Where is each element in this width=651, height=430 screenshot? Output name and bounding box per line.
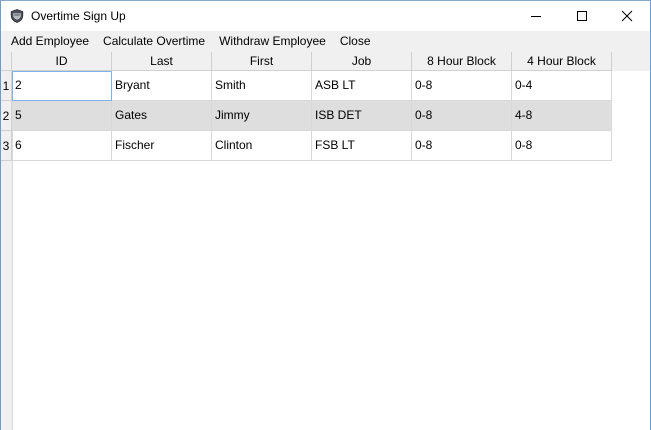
cell-8-hour-block[interactable]: 0-8 [412,131,512,161]
maximize-button[interactable] [559,1,605,31]
cell-4-hour-block[interactable]: 4-8 [512,101,612,131]
column-header-4-hour-block[interactable]: 4 Hour Block [512,52,612,71]
cell-id[interactable]: 6 [12,131,112,161]
cell-first[interactable]: Jimmy [212,101,312,131]
cell-4-hour-block[interactable]: 0-4 [512,71,612,101]
cell-4-hour-block[interactable]: 0-8 [512,131,612,161]
minimize-button[interactable] [513,1,559,31]
minimize-icon [531,16,541,17]
cell-job[interactable]: FSB LT [312,131,412,161]
maximize-icon [577,11,587,21]
badge-icon [10,9,24,23]
table-row[interactable]: 1 2 Bryant Smith ASB LT 0-8 0-4 [1,71,612,101]
cell-last[interactable]: Bryant [112,71,212,101]
menu-withdraw-employee[interactable]: Withdraw Employee [212,31,333,52]
menu-close[interactable]: Close [333,31,378,52]
cell-first[interactable]: Smith [212,71,312,101]
table-row[interactable]: 2 5 Gates Jimmy ISB DET 0-8 4-8 [1,101,612,131]
cell-8-hour-block[interactable]: 0-8 [412,101,512,131]
cell-job[interactable]: ISB DET [312,101,412,131]
cell-id[interactable]: 2 [12,71,112,101]
cell-last[interactable]: Gates [112,101,212,131]
menu-calculate-overtime[interactable]: Calculate Overtime [96,31,212,52]
table-row[interactable]: 3 6 Fischer Clinton FSB LT 0-8 0-8 [1,131,612,161]
close-icon [621,10,633,22]
menu-add-employee[interactable]: Add Employee [1,31,96,52]
column-header-job[interactable]: Job [312,52,412,71]
app-window: Overtime Sign Up Add Employee Calculate … [0,0,651,430]
close-window-button[interactable] [604,1,650,31]
employee-table[interactable]: ID Last First Job 8 Hour Block 4 Hour Bl… [1,52,650,430]
row-header[interactable]: 1 [1,71,12,101]
header-filler [612,52,650,71]
cell-job[interactable]: ASB LT [312,71,412,101]
cell-8-hour-block[interactable]: 0-8 [412,71,512,101]
title-bar[interactable]: Overtime Sign Up [1,1,650,31]
table-corner[interactable] [1,52,12,71]
cell-first[interactable]: Clinton [212,131,312,161]
cell-id[interactable]: 5 [12,101,112,131]
row-header[interactable]: 3 [1,131,12,161]
row-header[interactable]: 2 [1,101,12,131]
cell-last[interactable]: Fischer [112,131,212,161]
window-title: Overtime Sign Up [31,9,126,23]
column-header-last[interactable]: Last [112,52,212,71]
column-header-8-hour-block[interactable]: 8 Hour Block [412,52,512,71]
menu-bar: Add Employee Calculate Overtime Withdraw… [1,31,650,52]
column-header-id[interactable]: ID [12,52,112,71]
table-header: ID Last First Job 8 Hour Block 4 Hour Bl… [1,52,612,71]
column-header-first[interactable]: First [212,52,312,71]
